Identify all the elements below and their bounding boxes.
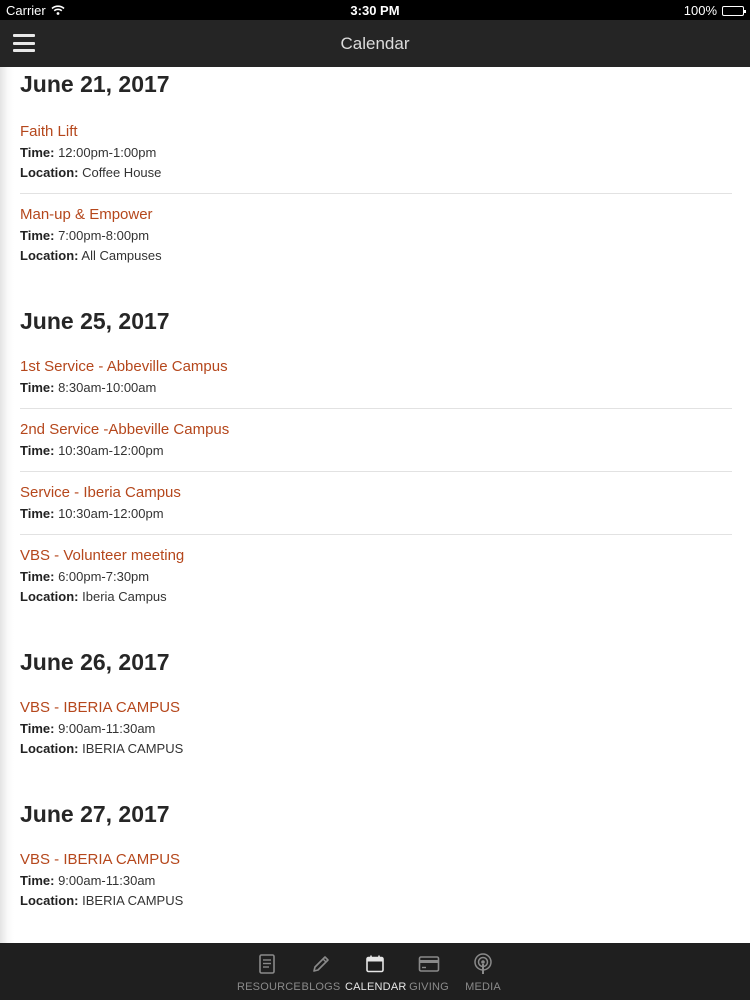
time-value: 8:30am-10:00am [58,380,157,395]
location-label: Location: [20,589,79,604]
tab-resource[interactable]: RESOURCE [237,943,301,1000]
credit-card-icon [399,951,459,977]
day-date: June 25, 2017 [20,308,170,334]
time-value: 9:00am-11:30am [58,721,156,736]
event-item[interactable]: 1st Service - Abbeville Campus Time: 8:3… [20,338,732,409]
event-item[interactable]: VBS - Volunteer meeting Time: 6:00pm-7:3… [20,535,732,617]
location-label: Location: [20,741,79,756]
time-label: Time: [20,228,55,243]
tab-blogs[interactable]: BLOGS [291,943,351,1000]
event-time: Time: 10:30am-12:00pm [20,504,732,524]
day-section: June 27, 2017 VBS - IBERIA CAMPUS Time: … [0,769,750,921]
event-location: Location: Iberia Campus [20,587,732,607]
event-time: Time: 6:00pm-7:30pm [20,567,732,587]
event-item[interactable]: Service - Iberia Campus Time: 10:30am-12… [20,472,732,535]
day-section: June 25, 2017 1st Service - Abbeville Ca… [0,276,750,617]
event-time: Time: 9:00am-11:30am [20,719,732,739]
event-title[interactable]: VBS - IBERIA CAMPUS [20,697,732,719]
battery-icon [722,5,746,16]
page-title: Calendar [340,34,410,53]
pencil-icon [291,951,351,977]
day-date: June 26, 2017 [20,649,170,675]
event-location: Location: Coffee House [20,163,732,183]
time-label: Time: [20,721,55,736]
location-value: Coffee House [82,165,162,180]
event-time: Time: 10:30am-12:00pm [20,441,732,461]
event-location: Location: IBERIA CAMPUS [20,739,732,759]
event-time: Time: 9:00am-11:30am [20,871,732,891]
tab-label: BLOGS [301,981,341,993]
tab-label: MEDIA [465,981,501,993]
event-title[interactable]: Service - Iberia Campus [20,482,732,504]
event-title[interactable]: VBS - Volunteer meeting [20,545,732,567]
day-section: June 26, 2017 VBS - IBERIA CAMPUS Time: … [0,617,750,769]
tab-label: RESOURCE [237,981,301,993]
event-title[interactable]: Man-up & Empower [20,204,732,226]
calendar-icon [345,951,405,977]
time-label: Time: [20,569,55,584]
event-item[interactable]: Faith Lift Time: 12:00pm-1:00pm Location… [20,101,732,194]
time-label: Time: [20,506,55,521]
navigation-bar: Calendar [0,20,750,67]
tab-media[interactable]: MEDIA [453,943,513,1000]
resource-icon [237,951,297,977]
day-section: June 21, 2017 Faith Lift Time: 12:00pm-1… [0,67,750,276]
battery-percent: 100% [683,3,717,18]
time-value: 10:30am-12:00pm [58,443,164,458]
status-bar: Carrier 3:30 PM 100% [0,0,750,20]
podcast-icon [453,951,513,977]
day-date: June 27, 2017 [20,801,170,827]
event-item[interactable]: Man-up & Empower Time: 7:00pm-8:00pm Loc… [20,194,732,276]
time-value: 10:30am-12:00pm [58,506,164,521]
event-title[interactable]: 1st Service - Abbeville Campus [20,356,732,378]
time-value: 6:00pm-7:30pm [58,569,150,584]
location-value: Iberia Campus [82,589,167,604]
event-item[interactable]: VBS - IBERIA CAMPUS Time: 9:00am-11:30am… [20,831,732,921]
time-value: 12:00pm-1:00pm [58,145,157,160]
location-label: Location: [20,165,79,180]
location-value: All Campuses [81,248,162,263]
event-location: Location: IBERIA CAMPUS [20,891,732,911]
event-location: Location: All Campuses [20,246,732,266]
tab-calendar[interactable]: CALENDAR [345,943,407,1000]
location-value: IBERIA CAMPUS [82,893,184,908]
time-label: Time: [20,443,55,458]
time-label: Time: [20,145,55,160]
status-right: 100% [683,3,746,18]
event-time: Time: 12:00pm-1:00pm [20,143,732,163]
event-title[interactable]: Faith Lift [20,121,732,143]
event-title[interactable]: 2nd Service -Abbeville Campus [20,419,732,441]
location-label: Location: [20,893,79,908]
event-title[interactable]: VBS - IBERIA CAMPUS [20,849,732,871]
time-value: 7:00pm-8:00pm [58,228,150,243]
tab-bar: RESOURCE BLOGS CALENDAR GIVING MEDIA [0,943,750,1000]
event-time: Time: 8:30am-10:00am [20,378,732,398]
time-value: 9:00am-11:30am [58,873,156,888]
day-date: June 21, 2017 [20,71,170,97]
tab-label: CALENDAR [345,981,407,993]
calendar-list[interactable]: June 21, 2017 Faith Lift Time: 12:00pm-1… [0,67,750,943]
event-time: Time: 7:00pm-8:00pm [20,226,732,246]
location-label: Location: [20,248,79,263]
time-label: Time: [20,380,55,395]
status-time: 3:30 PM [350,3,400,18]
event-item[interactable]: VBS - IBERIA CAMPUS Time: 9:00am-11:30am… [20,679,732,769]
event-item[interactable]: 2nd Service -Abbeville Campus Time: 10:3… [20,409,732,472]
tab-label: GIVING [409,981,449,993]
location-value: IBERIA CAMPUS [82,741,184,756]
time-label: Time: [20,873,55,888]
tab-giving[interactable]: GIVING [399,943,459,1000]
